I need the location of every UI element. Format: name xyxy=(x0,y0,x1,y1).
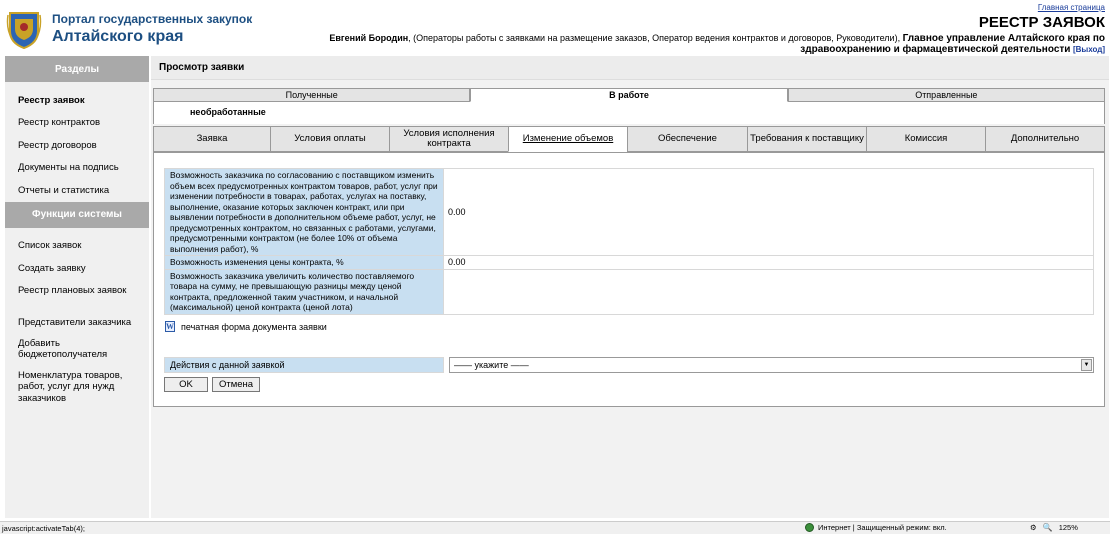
page-title: РЕЕСТР ЗАЯВОК xyxy=(978,14,1105,31)
zoom-icon[interactable]: 🔍 xyxy=(1043,523,1053,532)
table-row: Возможность заказчика по согласованию с … xyxy=(164,168,1094,256)
sidebar-functions-header: Функции системы xyxy=(5,201,149,228)
tab-payment-terms[interactable]: Условия оплаты xyxy=(270,126,390,152)
sidebar-sections-header: Разделы xyxy=(5,56,149,82)
sidebar-item-planned-requests[interactable]: Реестр плановых заявок xyxy=(5,280,149,303)
sidebar-item-request-list[interactable]: Список заявок xyxy=(5,235,149,258)
security-zone-text: Интернет | Защищенный режим: вкл. xyxy=(818,523,947,532)
subtab-unprocessed[interactable]: необработанные xyxy=(190,107,266,117)
portal-region: Алтайского края xyxy=(52,28,184,45)
section-title: Просмотр заявки xyxy=(151,56,1109,80)
actions-select[interactable]: —— укажите —— ▼ xyxy=(449,357,1094,373)
field-label: Возможность изменения цены контракта, % xyxy=(164,255,444,270)
field-label: Возможность заказчика увеличить количест… xyxy=(164,268,444,315)
globe-icon xyxy=(805,523,814,532)
table-row: Возможность заказчика увеличить количест… xyxy=(164,268,1094,315)
tab-sent[interactable]: Отправленные xyxy=(787,88,1105,102)
user-roles: , (Операторы работы с заявками на размещ… xyxy=(408,33,901,43)
sidebar-item-requests-registry[interactable]: Реестр заявок xyxy=(5,89,149,112)
cancel-button[interactable]: Отмена xyxy=(212,377,260,392)
field-value: 0.00 xyxy=(443,255,1094,270)
portal-title: Портал государственных закупок xyxy=(52,12,253,26)
home-link[interactable]: Главная страница xyxy=(1038,3,1105,12)
status-tools: ⚙ 🔍 125% xyxy=(1030,523,1078,532)
tab-additional[interactable]: Дополнительно xyxy=(985,126,1105,152)
table-row: Возможность изменения цены контракта, % … xyxy=(164,255,1094,270)
status-text: javascript:activateTab(4); xyxy=(2,523,85,533)
tab-contract-terms[interactable]: Условия исполнения контракта xyxy=(389,126,509,152)
sidebar-item-customer-reps[interactable]: Представители заказчика xyxy=(5,314,149,335)
field-value: 0.00 xyxy=(443,168,1094,256)
sidebar-item-nomenclature[interactable]: Номенклатура товаров, работ, услуг для н… xyxy=(5,367,149,411)
tab-security[interactable]: Обеспечение xyxy=(627,126,748,152)
security-zone: Интернет | Защищенный режим: вкл. xyxy=(805,523,947,532)
exit-link[interactable]: [Выход] xyxy=(1073,45,1105,54)
user-info: Евгений Бородин, (Операторы работы с зая… xyxy=(329,33,1105,55)
word-document-icon: W xyxy=(165,321,175,332)
print-form-row[interactable]: W печатная форма документа заявки xyxy=(165,321,327,332)
tab-received[interactable]: Полученные xyxy=(153,88,471,102)
print-form-link[interactable]: печатная форма документа заявки xyxy=(181,322,327,332)
zoom-level[interactable]: 125% xyxy=(1059,523,1078,532)
organization-name-line2: здравоохранению и фармацевтической деяте… xyxy=(800,44,1071,55)
status-tabs: Полученные В работе Отправленные xyxy=(153,88,1105,102)
sidebar-item-documents-to-sign[interactable]: Документы на подпись xyxy=(5,157,149,180)
tab-panel: Возможность заказчика по согласованию с … xyxy=(153,152,1105,407)
ok-button[interactable]: OK xyxy=(164,377,208,392)
actions-label: Действия с данной заявкой xyxy=(164,357,444,373)
detail-tabs: Заявка Условия оплаты Условия исполнения… xyxy=(153,126,1105,152)
browser-statusbar: javascript:activateTab(4); Интернет | За… xyxy=(0,521,1110,534)
chevron-down-icon[interactable]: ▼ xyxy=(1081,359,1092,371)
subtab-row: необработанные xyxy=(153,102,1105,124)
tab-volume-changes[interactable]: Изменение объемов xyxy=(508,126,628,152)
actions-select-value: —— укажите —— xyxy=(454,360,529,370)
tab-request[interactable]: Заявка xyxy=(153,126,271,152)
sidebar-item-reports[interactable]: Отчеты и статистика xyxy=(5,179,149,202)
actions-row: Действия с данной заявкой —— укажите —— … xyxy=(164,357,1094,373)
field-value xyxy=(443,268,1094,315)
main-content: Просмотр заявки Полученные В работе Отпр… xyxy=(151,56,1109,518)
protected-mode-icon[interactable]: ⚙ xyxy=(1030,523,1037,532)
sidebar-item-contracts-registry[interactable]: Реестр контрактов xyxy=(5,112,149,135)
tab-supplier-requirements[interactable]: Требования к поставщику xyxy=(747,126,867,152)
coat-of-arms-logo xyxy=(6,9,42,50)
sidebar-item-agreements-registry[interactable]: Реестр договоров xyxy=(5,134,149,157)
form-buttons: OK Отмена xyxy=(164,377,264,392)
sidebar-item-create-request[interactable]: Создать заявку xyxy=(5,257,149,280)
sidebar: Разделы Реестр заявок Реестр контрактов … xyxy=(5,56,149,518)
tab-commission[interactable]: Комиссия xyxy=(866,126,986,152)
field-label: Возможность заказчика по согласованию с … xyxy=(164,168,444,256)
fields-table: Возможность заказчика по согласованию с … xyxy=(164,168,1094,315)
sidebar-item-add-budget-recipient[interactable]: Добавить бюджетополучателя xyxy=(5,335,149,367)
organization-name: Главное управление Алтайского края по xyxy=(902,33,1105,44)
header: Портал государственных закупок Алтайског… xyxy=(0,0,1110,55)
user-name: Евгений Бородин xyxy=(329,33,409,43)
tab-in-progress[interactable]: В работе xyxy=(470,88,788,102)
